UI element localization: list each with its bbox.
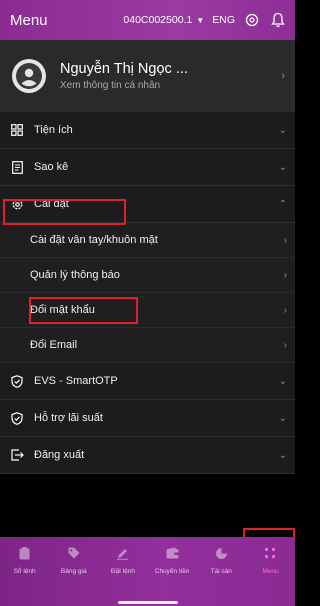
tab-transfer[interactable]: Chuyển tiền <box>148 545 197 593</box>
wallet-icon <box>166 545 179 561</box>
bell-icon[interactable] <box>269 11 287 29</box>
menu-item-label: Sao kê <box>34 161 69 173</box>
chevron-up-icon: ⌃ <box>278 198 287 210</box>
menu-item-label: Hỗ trợ lãi suất <box>34 412 103 424</box>
submenu-item-label: Đổi Email <box>30 339 78 351</box>
profile-name: Nguyễn Thị Ngọc ... <box>60 61 188 77</box>
account-selector[interactable]: 040C002500.1 <box>123 14 192 26</box>
submenu-item-label: Quản lý thông báo <box>30 269 120 281</box>
profile-subtitle: Xem thông tin cá nhân <box>60 80 161 91</box>
bottom-nav: Sổ lệnh Bảng giá Đặt lệnh Chuyển tiền Tà… <box>0 537 295 606</box>
chevron-right-icon: › <box>281 70 285 82</box>
tab-place-order[interactable]: Đặt lệnh <box>98 545 147 593</box>
chevron-down-icon[interactable]: ▼ <box>196 16 204 25</box>
menu-item-label: Đăng xuất <box>34 449 85 461</box>
highlight-settings <box>3 199 126 225</box>
menu-item-label: Tiện ích <box>34 124 73 136</box>
home-indicator <box>118 601 178 604</box>
menu-item-logout[interactable]: Đăng xuất ⌄ <box>0 437 295 474</box>
pie-icon <box>215 545 228 561</box>
clipboard-icon <box>19 545 30 561</box>
chevron-right-icon: › <box>283 339 287 351</box>
tab-price-board[interactable]: Bảng giá <box>49 545 98 593</box>
submenu-item-change-email[interactable]: Đổi Email › <box>0 328 295 363</box>
language-toggle[interactable]: ENG <box>212 14 235 26</box>
chevron-right-icon: › <box>283 234 287 246</box>
support-icon[interactable] <box>243 11 261 29</box>
tab-assets[interactable]: Tài sản <box>197 545 246 593</box>
tab-label: Menu <box>262 568 279 575</box>
document-icon <box>10 160 24 174</box>
chevron-down-icon: ⌄ <box>278 124 287 136</box>
tab-label: Bảng giá <box>60 568 87 575</box>
submenu-item-biometric[interactable]: Cài đặt vân tay/khuôn mặt › <box>0 223 295 258</box>
logout-icon <box>10 448 24 462</box>
submenu-item-notifications[interactable]: Quản lý thông báo › <box>0 258 295 293</box>
profile-card[interactable]: Nguyễn Thị Ngọc ... Xem thông tin cá nhâ… <box>0 40 295 112</box>
menu-item-label: EVS - SmartOTP <box>34 375 118 387</box>
grid-icon <box>10 123 24 137</box>
tab-label: Tài sản <box>210 568 232 575</box>
menu-item-statement[interactable]: Sao kê ⌄ <box>0 149 295 186</box>
menu-list: Tiện ích ⌄ Sao kê ⌄ Cài đặt ⌃ Cài đặt vâ… <box>0 112 295 474</box>
menu-item-interest-support[interactable]: Hỗ trợ lãi suất ⌄ <box>0 400 295 437</box>
tab-menu[interactable]: Menu <box>246 545 295 593</box>
chevron-down-icon: ⌄ <box>278 449 287 461</box>
grid-icon <box>264 545 276 561</box>
tag-icon <box>68 545 80 561</box>
highlight-change-password <box>29 297 138 324</box>
chevron-right-icon: › <box>283 304 287 316</box>
tab-label: Đặt lệnh <box>110 568 136 575</box>
top-header: Menu 040C002500.1 ▼ ENG <box>0 0 295 40</box>
menu-item-smartotp[interactable]: EVS - SmartOTP ⌄ <box>0 363 295 400</box>
tab-order-book[interactable]: Sổ lệnh <box>0 545 49 593</box>
chevron-right-icon: › <box>283 269 287 281</box>
page-title: Menu <box>10 11 48 29</box>
tab-label: Sổ lệnh <box>13 568 36 575</box>
chevron-down-icon: ⌄ <box>278 161 287 173</box>
avatar <box>12 59 46 93</box>
pen-icon <box>116 545 129 561</box>
submenu-item-label: Cài đặt vân tay/khuôn mặt <box>30 234 158 246</box>
shield-check-icon <box>10 411 24 425</box>
menu-item-utilities[interactable]: Tiện ích ⌄ <box>0 112 295 149</box>
tab-label: Chuyển tiền <box>154 568 190 575</box>
shield-check-icon <box>10 374 24 388</box>
chevron-down-icon: ⌄ <box>278 375 287 387</box>
chevron-down-icon: ⌄ <box>278 412 287 424</box>
